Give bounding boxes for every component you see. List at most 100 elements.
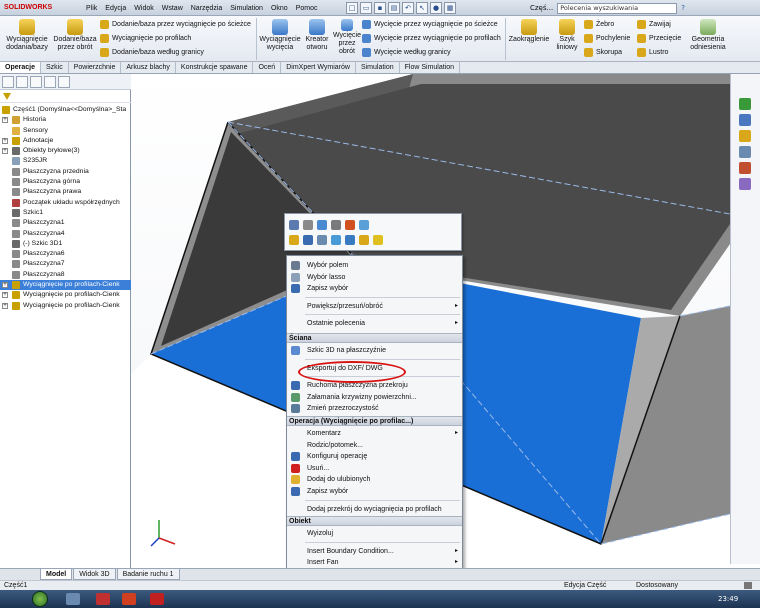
- print-icon[interactable]: ▤: [388, 2, 400, 14]
- tree-item[interactable]: Płaszczyzna przednia: [0, 167, 131, 177]
- extruded-cut-button[interactable]: Wyciągnięcie wycięcia: [258, 19, 302, 52]
- taskbar-explorer-icon[interactable]: [66, 593, 80, 605]
- boundary-cut-button[interactable]: Wycięcie według granicy: [362, 47, 451, 58]
- mirror-button[interactable]: Lustro: [637, 47, 668, 58]
- menu-item[interactable]: Zapisz wybór: [287, 486, 462, 497]
- menu-item[interactable]: Usuń...: [287, 463, 462, 474]
- anchor-icon[interactable]: [345, 235, 355, 245]
- menu-item[interactable]: Ostatnie polecenia ▸: [287, 318, 462, 329]
- tab-ocen[interactable]: Oceń: [253, 62, 282, 73]
- hole-wizard-button[interactable]: Kreator otworu: [302, 19, 332, 52]
- menu-item[interactable]: Rodzic/potomek...: [287, 440, 462, 451]
- tree-item[interactable]: Płaszczyzna prawa: [0, 187, 131, 197]
- menu-view[interactable]: Widok: [134, 3, 153, 14]
- intersect-button[interactable]: Przecięcie: [637, 33, 681, 44]
- feature-tree-icon[interactable]: [2, 76, 14, 88]
- tree-item[interactable]: + Wyciągnięcie po profilach-Cienk: [0, 280, 131, 291]
- lofted-boss-button[interactable]: Wyciągnięcie po profilach: [100, 33, 191, 44]
- rollback-icon[interactable]: [317, 235, 327, 245]
- menu-item[interactable]: Zapisz wybór: [287, 283, 462, 294]
- menu-simulation[interactable]: Simulation: [230, 3, 263, 14]
- resources-icon[interactable]: [739, 98, 751, 110]
- tree-item[interactable]: Sensory: [0, 126, 131, 136]
- edit-feature-icon[interactable]: [289, 235, 299, 245]
- extruded-boss-button[interactable]: Wyciągnięcie dodania/bazy: [2, 19, 52, 52]
- menu-item[interactable]: Szkic 3D na płaszczyźnie: [287, 345, 462, 356]
- sketch-icon[interactable]: [289, 220, 299, 230]
- file-explorer-icon[interactable]: [739, 130, 751, 142]
- dimxpert-manager-icon[interactable]: [44, 76, 56, 88]
- menu-item[interactable]: Dodaj przekrój do wyciągnięcia po profil…: [287, 504, 462, 515]
- expand-icon[interactable]: +: [2, 117, 8, 124]
- hide-icon[interactable]: [317, 220, 327, 230]
- taskbar-app2-icon[interactable]: [150, 593, 164, 605]
- menu-item[interactable]: Komentarz ▸: [287, 428, 462, 439]
- options-icon[interactable]: ▦: [444, 2, 456, 14]
- boundary-boss-button[interactable]: Dodanie/baza według granicy: [100, 47, 204, 58]
- zoom-selection-icon[interactable]: [359, 220, 369, 230]
- swept-cut-button[interactable]: Wycięcie przez wyciągnięcie po ścieżce: [362, 19, 498, 30]
- tree-item[interactable]: Płaszczyzna6: [0, 249, 131, 259]
- appearances-icon[interactable]: [739, 162, 751, 174]
- rebuild-icon[interactable]: ●: [430, 2, 442, 14]
- tab-simulation[interactable]: Simulation: [356, 62, 400, 73]
- tab-motion-study[interactable]: Badanie ruchu 1: [116, 569, 180, 580]
- expand-icon[interactable]: +: [2, 137, 8, 144]
- menu-item[interactable]: Insert Fan ▸: [287, 557, 462, 568]
- menu-item[interactable]: Powiększ/przesuń/obróć ▸: [287, 301, 462, 312]
- menu-item[interactable]: Wybór lasso: [287, 272, 462, 283]
- revolved-cut-button[interactable]: Wycięcie przez obrót: [333, 19, 361, 56]
- draft-button[interactable]: Pochylenie: [584, 33, 630, 44]
- view-palette-icon[interactable]: [739, 146, 751, 158]
- taskbar-app-icon[interactable]: [122, 593, 136, 605]
- linear-pattern-button[interactable]: Szyk liniowy: [552, 19, 582, 52]
- tree-item[interactable]: Płaszczyzna górna: [0, 177, 131, 187]
- open-icon[interactable]: ▭: [360, 2, 372, 14]
- menu-file[interactable]: Plik: [86, 3, 97, 14]
- insert-icon[interactable]: [373, 235, 383, 245]
- tab-arkusz-blachy[interactable]: Arkusz blachy: [121, 62, 176, 73]
- document-tab-label[interactable]: Częś...: [530, 4, 553, 12]
- start-button-icon[interactable]: [32, 591, 48, 607]
- shell-button[interactable]: Skorupa: [584, 47, 622, 58]
- select-icon[interactable]: ↖: [416, 2, 428, 14]
- menu-help[interactable]: Pomoc: [296, 3, 318, 14]
- design-library-icon[interactable]: [739, 114, 751, 126]
- display-manager-icon[interactable]: [58, 76, 70, 88]
- menu-tools[interactable]: Narzędzia: [191, 3, 223, 14]
- menu-edit[interactable]: Edycja: [105, 3, 126, 14]
- tab-3d-view[interactable]: Widok 3D: [73, 569, 116, 580]
- app-logo[interactable]: SOLIDWORKS: [4, 2, 66, 14]
- swept-boss-button[interactable]: Dodanie/baza przez wyciągnięcie po ścież…: [100, 19, 251, 30]
- menu-item[interactable]: Insert Boundary Condition... ▸: [287, 546, 462, 557]
- menu-item[interactable]: Dodaj do ulubionych: [287, 474, 462, 485]
- tree-item[interactable]: Płaszczyzna4: [0, 229, 131, 239]
- command-search-input[interactable]: Polecenia wyszukiwania: [557, 2, 678, 14]
- expand-icon[interactable]: +: [2, 302, 8, 309]
- tree-item[interactable]: Płaszczyzna8: [0, 270, 131, 280]
- expand-icon[interactable]: +: [2, 292, 8, 299]
- tree-item[interactable]: Szkic1: [0, 208, 131, 218]
- tree-item[interactable]: Początek układu współrzędnych: [0, 198, 131, 208]
- custom-properties-icon[interactable]: [739, 178, 751, 190]
- help-status-icon[interactable]: [744, 582, 752, 589]
- lofted-cut-button[interactable]: Wycięcie przez wyciągnięcie po profilach: [362, 33, 501, 44]
- tab-flow-simulation[interactable]: Flow Simulation: [400, 62, 461, 73]
- tree-item[interactable]: + Wyciągnięcie po profilach-Cienk: [0, 301, 131, 311]
- property-manager-icon[interactable]: [16, 76, 28, 88]
- tree-item[interactable]: Płaszczyzna1: [0, 218, 131, 228]
- tree-item[interactable]: S235JR: [0, 156, 131, 166]
- save-icon[interactable]: ▪: [374, 2, 386, 14]
- edit-sketch-icon[interactable]: [303, 235, 313, 245]
- status-units[interactable]: Dostosowany: [636, 581, 678, 590]
- rib-button[interactable]: Żebro: [584, 19, 614, 30]
- tree-filter[interactable]: [0, 91, 131, 103]
- tree-item[interactable]: + Adnotacje: [0, 136, 131, 146]
- menu-insert[interactable]: Wstaw: [162, 3, 183, 14]
- tab-powierzchnie[interactable]: Powierzchnie: [69, 62, 122, 73]
- tab-dimxpert[interactable]: DimXpert Wymiarów: [281, 62, 356, 73]
- expand-icon[interactable]: +: [2, 282, 8, 289]
- tree-item[interactable]: (-) Szkic 3D1: [0, 239, 131, 249]
- undo-icon[interactable]: ↶: [402, 2, 414, 14]
- zoom-icon[interactable]: [331, 235, 341, 245]
